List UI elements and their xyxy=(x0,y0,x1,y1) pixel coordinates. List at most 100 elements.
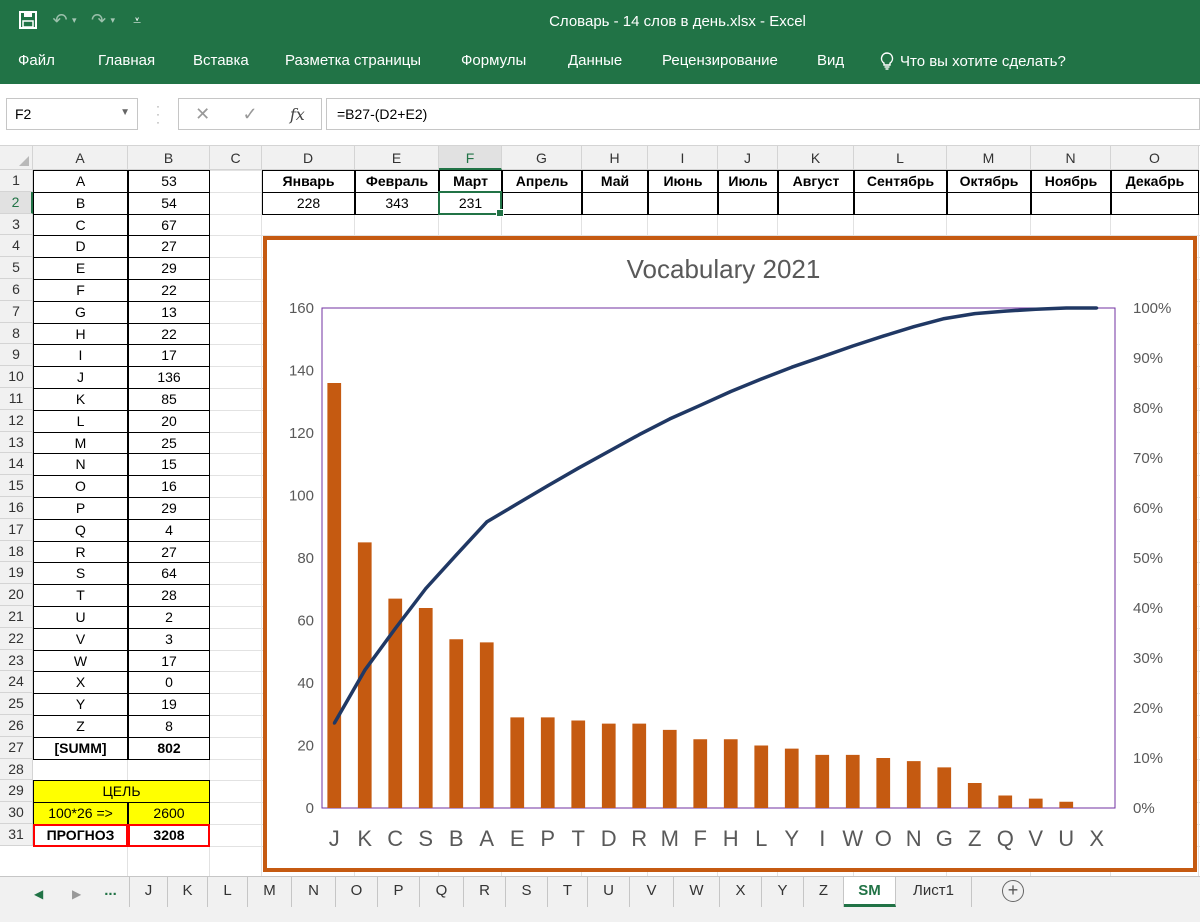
sheet-tab-x[interactable]: X xyxy=(720,877,762,907)
next-sheet-icon[interactable]: ▶ xyxy=(72,887,81,901)
cell-count[interactable]: 27 xyxy=(128,235,210,259)
cell-month-value-1[interactable]: 228 xyxy=(262,191,355,215)
cell-goal-label[interactable]: ЦЕЛЬ xyxy=(33,780,210,804)
cell-letter[interactable]: M xyxy=(33,431,128,455)
bar-b[interactable] xyxy=(449,639,464,808)
bar-s[interactable] xyxy=(418,608,433,808)
column-header-f[interactable]: F xyxy=(439,146,502,170)
sheet-tab-o[interactable]: O xyxy=(336,877,378,907)
tab-home[interactable]: Главная xyxy=(98,52,155,69)
cell-month-8[interactable]: Август xyxy=(778,170,854,193)
insert-function-icon[interactable]: fx xyxy=(274,105,321,124)
bar-m[interactable] xyxy=(662,729,677,808)
sheet-tab-s[interactable]: S xyxy=(506,877,548,907)
row-header-26[interactable]: 26 xyxy=(0,715,33,737)
bar-r[interactable] xyxy=(632,723,647,808)
sheet-tab-t[interactable]: T xyxy=(548,877,588,907)
bar-e[interactable] xyxy=(510,717,525,808)
bar-z[interactable] xyxy=(967,783,982,808)
cell-month-6[interactable]: Июнь xyxy=(648,170,718,193)
sheet-tabs-ellipsis[interactable]: ... xyxy=(92,877,130,907)
cell-count[interactable]: 4 xyxy=(128,518,210,542)
cell-month-value-12[interactable] xyxy=(1111,191,1199,215)
cell-letter[interactable]: R xyxy=(33,540,128,564)
cell-count[interactable]: 22 xyxy=(128,322,210,346)
prev-sheet-icon[interactable]: ◀ xyxy=(34,887,43,901)
column-header-l[interactable]: L xyxy=(854,146,947,170)
name-box[interactable]: F2 ▼ xyxy=(6,98,138,130)
cell-count[interactable]: 2 xyxy=(128,606,210,629)
cell-month-2[interactable]: Февраль xyxy=(355,170,439,193)
row-header-5[interactable]: 5 xyxy=(0,257,33,279)
sheet-tab-u[interactable]: U xyxy=(588,877,630,907)
cell-summ-value[interactable]: 802 xyxy=(128,736,210,760)
add-sheet-icon[interactable]: + xyxy=(1002,880,1024,902)
tab-formulas[interactable]: Формулы xyxy=(461,52,526,69)
sheet-tab-sm[interactable]: SM xyxy=(844,877,896,907)
cell-letter[interactable]: B xyxy=(33,191,128,215)
cell-month-3[interactable]: Март xyxy=(439,170,502,193)
cell-count[interactable]: 29 xyxy=(128,257,210,280)
row-header-21[interactable]: 21 xyxy=(0,606,33,628)
row-header-13[interactable]: 13 xyxy=(0,431,33,454)
cell-month-5[interactable]: Май xyxy=(582,170,648,193)
row-header-31[interactable]: 31 xyxy=(0,824,33,846)
cell-month-value-11[interactable] xyxy=(1031,191,1111,215)
tab-data[interactable]: Данные xyxy=(568,52,622,69)
cell-count[interactable]: 27 xyxy=(128,540,210,564)
tell-me-search[interactable]: Что вы хотите сделать? xyxy=(880,52,1066,70)
cell-letter[interactable]: K xyxy=(33,388,128,411)
cell-letter[interactable]: D xyxy=(33,235,128,259)
sheet-tab-n[interactable]: N xyxy=(292,877,336,907)
cell-letter[interactable]: P xyxy=(33,497,128,520)
cell-letter[interactable]: O xyxy=(33,475,128,498)
row-header-16[interactable]: 16 xyxy=(0,497,33,519)
cell-count[interactable]: 28 xyxy=(128,584,210,607)
row-header-19[interactable]: 19 xyxy=(0,562,33,585)
cell-count[interactable]: 54 xyxy=(128,191,210,215)
cell-count[interactable]: 16 xyxy=(128,475,210,498)
cell-month-value-9[interactable] xyxy=(854,191,947,215)
cell-month-1[interactable]: Январь xyxy=(262,170,355,193)
cell-letter[interactable]: A xyxy=(33,170,128,193)
row-header-2[interactable]: 2 xyxy=(0,191,33,214)
bar-h[interactable] xyxy=(723,739,738,808)
tab-review[interactable]: Рецензирование xyxy=(662,52,778,69)
sheet-tab-l[interactable]: L xyxy=(208,877,248,907)
row-header-25[interactable]: 25 xyxy=(0,693,33,715)
column-header-k[interactable]: K xyxy=(778,146,854,170)
cell-month-10[interactable]: Октябрь xyxy=(947,170,1031,193)
cell-month-12[interactable]: Декабрь xyxy=(1111,170,1199,193)
cell-letter[interactable]: H xyxy=(33,322,128,346)
bar-j[interactable] xyxy=(327,383,342,808)
cell-month-7[interactable]: Июль xyxy=(718,170,778,193)
bar-i[interactable] xyxy=(815,754,830,808)
cell-letter[interactable]: X xyxy=(33,671,128,695)
cell-letter[interactable]: C xyxy=(33,213,128,237)
cell-letter[interactable]: N xyxy=(33,453,128,477)
enter-icon[interactable]: ✓ xyxy=(226,104,273,125)
cell-letter[interactable]: J xyxy=(33,366,128,389)
row-header-10[interactable]: 10 xyxy=(0,366,33,388)
cell-count[interactable]: 67 xyxy=(128,213,210,237)
column-header-a[interactable]: A xyxy=(33,146,128,170)
sheet-tab-y[interactable]: Y xyxy=(762,877,804,907)
row-header-7[interactable]: 7 xyxy=(0,300,33,323)
sheet-tab-j[interactable]: J xyxy=(130,877,168,907)
cell-goal-value[interactable]: 2600 xyxy=(128,802,210,825)
cumulative-percent-line[interactable] xyxy=(332,306,1097,725)
cell-count[interactable]: 22 xyxy=(128,279,210,302)
row-header-4[interactable]: 4 xyxy=(0,235,33,258)
sheet-tab-v[interactable]: V xyxy=(630,877,674,907)
name-box-dropdown-icon[interactable]: ▼ xyxy=(120,107,130,118)
column-header-h[interactable]: H xyxy=(582,146,648,170)
row-header-24[interactable]: 24 xyxy=(0,671,33,694)
cell-count[interactable]: 19 xyxy=(128,693,210,716)
row-header-28[interactable]: 28 xyxy=(0,758,33,781)
cell-month-value-8[interactable] xyxy=(778,191,854,215)
active-cell-selection[interactable] xyxy=(438,190,504,217)
bar-l[interactable] xyxy=(754,745,769,809)
row-header-9[interactable]: 9 xyxy=(0,344,33,367)
pareto-chart[interactable]: Vocabulary 2021 0 20 40 60 80 100 120 140 160 0% 10… xyxy=(263,236,1197,872)
cell-letter[interactable]: G xyxy=(33,300,128,324)
